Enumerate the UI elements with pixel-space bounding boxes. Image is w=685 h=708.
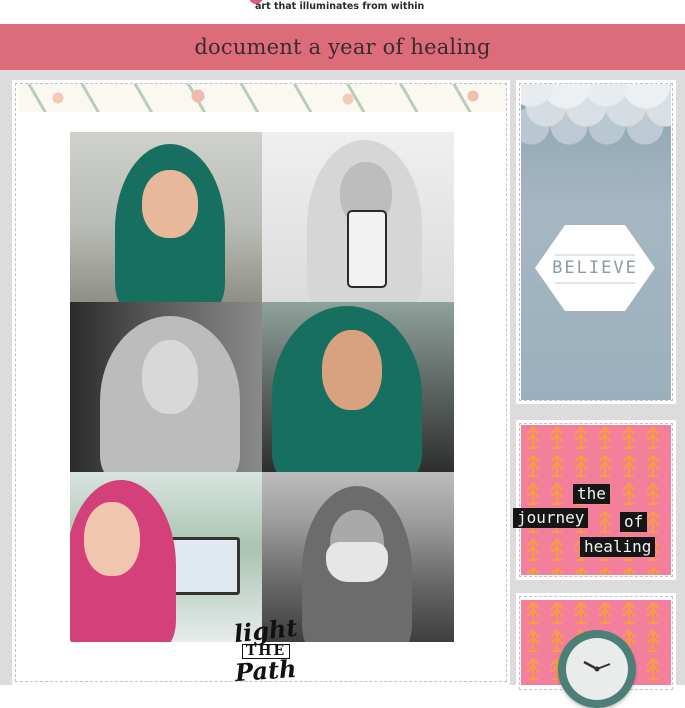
logo-tagline: art that illuminates from within	[255, 1, 425, 12]
clock-hands-icon	[583, 660, 611, 672]
face-mask-icon	[326, 542, 388, 582]
photo-portrait-1	[70, 132, 262, 302]
phone-icon	[347, 210, 387, 288]
clock-icon	[558, 630, 636, 708]
label-of: of	[620, 512, 648, 532]
photo-portrait-2	[262, 132, 454, 302]
photo-portrait-5	[70, 472, 262, 642]
believe-label: BELIEVE	[552, 258, 638, 278]
page-title: document a year of healing	[194, 35, 491, 59]
label-journey: journey	[513, 508, 589, 528]
label-the: the	[573, 484, 610, 504]
stamp-line-3: Path	[234, 653, 298, 688]
label-healing: healing	[580, 537, 656, 557]
stamp-line-1: light	[232, 612, 300, 649]
cloud-border	[521, 84, 671, 154]
light-the-path-stamp: light THE Path	[226, 612, 306, 688]
header-banner: document a year of healing	[0, 24, 685, 70]
photo-portrait-4	[262, 302, 454, 472]
floral-border-strip	[18, 84, 506, 112]
photo-portrait-3	[70, 302, 262, 472]
